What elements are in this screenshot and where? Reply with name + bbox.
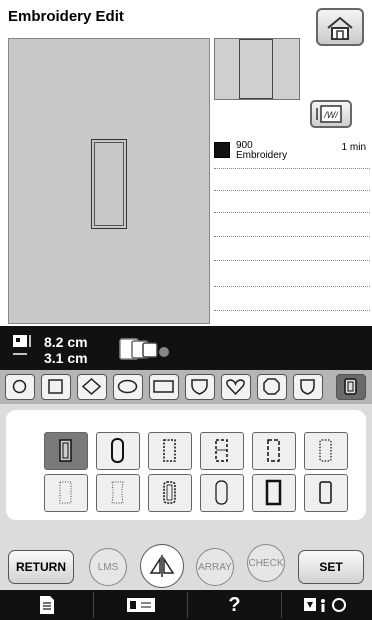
sewing-icon <box>126 598 155 612</box>
divider <box>214 236 370 237</box>
shape-rectangle-tab[interactable] <box>149 374 179 400</box>
hoop-icon <box>119 338 169 360</box>
preview-stitch <box>239 39 273 99</box>
help-icon: ? <box>228 593 241 616</box>
frame-pattern-icon <box>59 481 72 504</box>
pattern-button[interactable] <box>200 432 244 470</box>
size-icon <box>13 335 31 355</box>
rounded-rect-icon <box>344 378 357 395</box>
scan-button[interactable]: /W/ <box>310 100 352 128</box>
pattern-button[interactable] <box>96 432 140 470</box>
thread-info: 900 Embroidery 1 min <box>214 138 370 168</box>
scan-icon: /W/ <box>316 105 342 123</box>
lms-button[interactable]: LMS <box>89 548 127 586</box>
thread-time: 1 min <box>341 142 366 153</box>
pattern-button[interactable] <box>148 432 192 470</box>
list-icon <box>39 596 54 614</box>
status-list-button[interactable] <box>0 592 94 618</box>
pattern-button[interactable] <box>304 474 348 512</box>
ellipse-icon <box>117 379 138 394</box>
diamond-icon <box>81 377 102 396</box>
divider <box>214 212 370 213</box>
frame-pattern-icon <box>163 439 176 462</box>
shield-icon <box>191 379 208 395</box>
thread-color-swatch <box>214 142 230 158</box>
design-width: 8.2 cm <box>44 334 88 350</box>
home-icon <box>327 16 353 40</box>
shape-heart-tab[interactable] <box>221 374 251 400</box>
mirror-button[interactable] <box>140 544 184 588</box>
shape-crest-tab[interactable] <box>293 374 323 400</box>
help-button[interactable]: ? <box>188 592 282 618</box>
check-button[interactable]: CHECK <box>247 544 285 582</box>
pattern-button[interactable] <box>252 432 296 470</box>
shape-diamond-tab[interactable] <box>77 374 107 400</box>
embroidery-design[interactable] <box>91 139 127 229</box>
shape-rounded-rect-tab[interactable] <box>336 374 366 400</box>
array-button[interactable]: ARRAY <box>196 548 234 586</box>
mirror-icon <box>149 555 175 577</box>
pattern-button[interactable] <box>200 474 244 512</box>
status-sewing-button[interactable] <box>94 592 188 618</box>
rectangle-icon <box>153 380 174 393</box>
pattern-button[interactable] <box>44 474 88 512</box>
pattern-button[interactable] <box>96 474 140 512</box>
settings-icon <box>304 598 346 612</box>
thread-name: Embroidery <box>236 150 288 161</box>
pattern-button[interactable] <box>148 474 192 512</box>
svg-text:/W/: /W/ <box>323 110 339 120</box>
design-stitch-outline <box>94 142 124 226</box>
circle-icon <box>12 379 27 394</box>
crest-icon <box>300 379 315 395</box>
divider <box>214 310 370 311</box>
shape-square-tab[interactable] <box>41 374 71 400</box>
set-button[interactable]: SET <box>298 550 364 584</box>
pattern-button[interactable] <box>44 432 88 470</box>
frame-pattern-icon <box>319 439 332 462</box>
frame-pattern-icon <box>111 481 124 504</box>
shape-ellipse-tab[interactable] <box>113 374 143 400</box>
page-title: Embroidery Edit <box>8 8 124 25</box>
design-preview <box>214 38 300 100</box>
pattern-button[interactable] <box>304 432 348 470</box>
shape-octagon-tab[interactable] <box>257 374 287 400</box>
frame-pattern-icon <box>111 438 124 463</box>
frame-pattern-icon <box>215 439 228 462</box>
frame-pattern-icon <box>267 439 280 462</box>
design-height: 3.1 cm <box>44 350 88 366</box>
return-button[interactable]: RETURN <box>8 550 74 584</box>
divider <box>214 168 370 169</box>
divider <box>214 190 370 191</box>
divider <box>214 286 370 287</box>
square-icon <box>48 379 63 394</box>
embroidery-canvas[interactable] <box>8 38 210 324</box>
octagon-icon <box>263 378 280 395</box>
pattern-button[interactable] <box>252 474 296 512</box>
frame-pattern-icon <box>163 481 176 504</box>
frame-pattern-icon <box>59 439 72 462</box>
shape-shield-tab[interactable] <box>185 374 215 400</box>
frame-pattern-icon <box>215 480 228 505</box>
frame-pattern-icon <box>265 479 282 506</box>
divider <box>214 260 370 261</box>
frame-pattern-icon <box>319 481 332 504</box>
settings-button[interactable] <box>282 592 372 618</box>
shape-circle-tab[interactable] <box>5 374 35 400</box>
heart-icon <box>226 379 245 396</box>
home-button[interactable] <box>316 8 364 46</box>
